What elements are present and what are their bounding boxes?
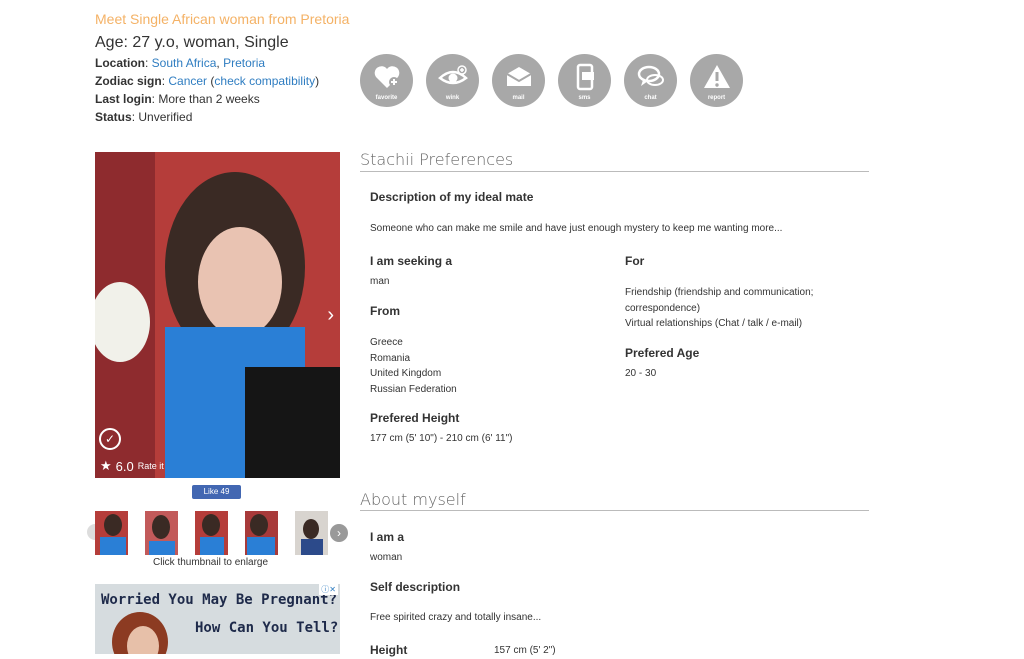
chat-button[interactable]: chat <box>624 54 677 107</box>
preferred-height-label: Prefered Height <box>370 411 460 425</box>
status-value: Unverified <box>138 110 193 124</box>
ad-headline: Worried You May Be Pregnant? <box>101 592 338 608</box>
warning-icon <box>703 65 730 88</box>
sms-label: sms <box>578 95 591 101</box>
for-label: For <box>625 254 645 268</box>
last-login-value: More than 2 weeks <box>158 92 260 106</box>
preferred-age-label: Prefered Age <box>625 346 700 360</box>
preferred-age-value: 20 - 30 <box>625 368 657 379</box>
page-title: Meet Single African woman from Pretoria <box>95 11 350 27</box>
from-country: Russian Federation <box>370 383 457 395</box>
about-divider <box>360 510 869 511</box>
iam-label: I am a <box>370 530 405 544</box>
photo-next-arrow[interactable]: › <box>327 304 334 327</box>
rate-it-link[interactable]: Rate it <box>138 461 164 471</box>
thumbnail-caption: Click thumbnail to enlarge <box>153 557 269 568</box>
advertisement[interactable]: Worried You May Be Pregnant? How Can You… <box>95 584 340 654</box>
age-line: Age: 27 y.o, woman, Single <box>95 34 289 51</box>
report-label: report <box>707 95 726 101</box>
chat-label: chat <box>644 95 657 101</box>
last-login-label: Last login <box>95 92 152 106</box>
for-list: Friendship (friendship and communication… <box>625 285 813 332</box>
self-description-value: Free spirited crazy and totally insane..… <box>370 612 542 623</box>
facebook-like-button[interactable]: Like 49 <box>192 485 241 499</box>
chat-bubble-icon <box>637 65 664 86</box>
location-city-link[interactable]: Pretoria <box>223 56 265 70</box>
thumbnail-3[interactable] <box>195 511 228 555</box>
for-item: Friendship (friendship and communication… <box>625 287 814 298</box>
profile-photo-image <box>95 152 340 478</box>
thumbnail-4[interactable] <box>245 511 278 555</box>
preferences-heading: Stachii Preferences <box>360 150 514 169</box>
wink-button[interactable]: wink <box>426 54 479 107</box>
profile-photo[interactable]: › ✓ ★ 6.0 Rate it <box>95 152 340 478</box>
from-list: Greece Romania United Kingdom Russian Fe… <box>370 335 457 397</box>
from-country: Greece <box>370 337 403 348</box>
report-button[interactable]: report <box>690 54 743 107</box>
seeking-value: man <box>370 276 390 287</box>
envelope-icon <box>505 67 532 86</box>
check-icon: ✓ <box>99 428 121 450</box>
sms-button[interactable]: sms <box>558 54 611 107</box>
zodiac-line: Zodiac sign: Cancer (check compatibility… <box>95 74 320 88</box>
thumbnail-5[interactable] <box>295 511 328 555</box>
seeking-label: I am seeking a <box>370 254 453 268</box>
iam-value: woman <box>370 552 403 563</box>
favorite-button[interactable]: favorite <box>360 54 413 107</box>
about-heading: About myself <box>360 490 466 509</box>
status-line: Status: Unverified <box>95 110 193 124</box>
self-description-label: Self description <box>370 580 461 594</box>
star-icon: ★ <box>100 458 112 473</box>
thumbnail-strip: › <box>87 511 350 556</box>
status-label: Status <box>95 110 132 124</box>
heart-plus-icon <box>374 66 399 88</box>
for-item: correspondence) <box>625 302 701 314</box>
mail-label: mail <box>512 95 525 101</box>
thumb-next-icon[interactable]: › <box>330 524 348 542</box>
for-item: Virtual relationships (Chat / talk / e-m… <box>625 318 803 329</box>
thumbnail-2[interactable] <box>145 511 178 555</box>
location-label: Location <box>95 56 145 70</box>
last-login-line: Last login: More than 2 weeks <box>95 92 260 106</box>
preferences-divider <box>360 171 869 172</box>
from-label: From <box>370 304 400 318</box>
rating-widget[interactable]: ★ 6.0 Rate it <box>100 458 164 474</box>
from-country: United Kingdom <box>370 368 442 379</box>
location-line: Location: South Africa, Pretoria <box>95 56 266 70</box>
wink-label: wink <box>445 95 460 101</box>
height-value: 157 cm (5' 2") <box>494 645 556 656</box>
phone-icon <box>576 63 594 91</box>
height-label: Height <box>370 643 408 657</box>
eye-icon <box>437 65 468 85</box>
from-country: Romania <box>370 352 411 364</box>
ideal-mate-label: Description of my ideal mate <box>370 190 534 204</box>
zodiac-label: Zodiac sign <box>95 74 162 88</box>
rating-value: 6.0 <box>115 458 134 474</box>
preferred-height-value: 177 cm (5' 10") - 210 cm (6' 11") <box>370 433 513 444</box>
ad-choices-icon[interactable]: ⓘ✕ <box>319 584 338 595</box>
action-bar: favorite wink mail sms chat report <box>360 54 743 107</box>
location-country-link[interactable]: South Africa <box>152 56 217 70</box>
zodiac-link[interactable]: Cancer <box>168 74 207 88</box>
ideal-mate-text: Someone who can make me smile and have j… <box>370 223 783 234</box>
ad-subheadline: How Can You Tell? <box>195 620 339 636</box>
mail-button[interactable]: mail <box>492 54 545 107</box>
thumbnail-1[interactable] <box>95 511 128 555</box>
compatibility-link[interactable]: check compatibility <box>214 74 315 88</box>
favorite-label: favorite <box>375 95 398 101</box>
